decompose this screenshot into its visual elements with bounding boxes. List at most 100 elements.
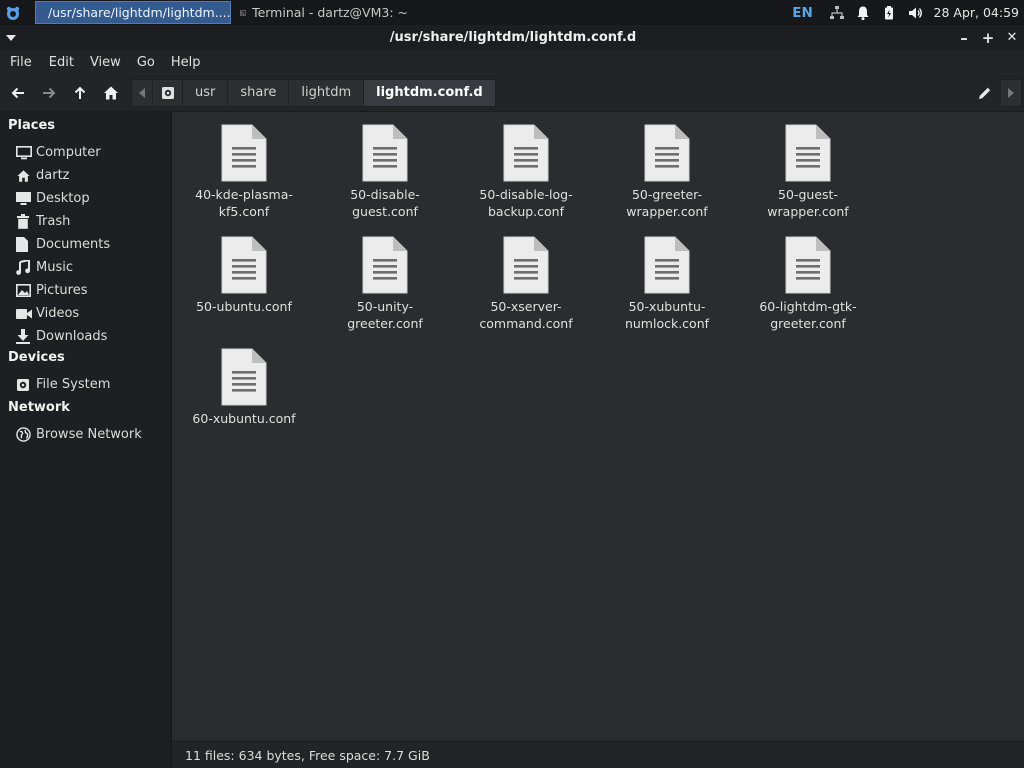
home-button[interactable] xyxy=(95,74,126,112)
file-item[interactable]: 50-ubuntu.conf xyxy=(174,236,314,315)
path-crumb-lightdm[interactable]: lightdm xyxy=(289,78,365,107)
sidebar-item-trash[interactable]: Trash xyxy=(0,210,171,233)
sidebar: Places Computer dartz Desktop Trash Docu… xyxy=(0,112,171,768)
text-file-icon xyxy=(503,236,549,294)
sidebar-item-home[interactable]: dartz xyxy=(0,164,171,187)
file-name: 50-xserver-command.conf xyxy=(479,299,573,331)
sidebar-item-label: Videos xyxy=(36,306,80,321)
edit-location-button[interactable] xyxy=(970,79,1000,107)
path-root-button[interactable] xyxy=(153,78,183,107)
path-crumb-current[interactable]: lightdm.conf.d xyxy=(364,78,496,107)
documents-icon xyxy=(16,237,36,253)
text-file-icon xyxy=(503,124,549,182)
sidebar-item-label: Desktop xyxy=(36,191,90,206)
sidebar-item-downloads[interactable]: Downloads xyxy=(0,325,171,348)
path-crumb-usr[interactable]: usr xyxy=(183,78,229,107)
file-name: 50-ubuntu.conf xyxy=(196,299,292,314)
file-name: 50-guest-wrapper.conf xyxy=(767,187,849,219)
sidebar-heading-places: Places xyxy=(8,118,56,133)
arrow-up-icon xyxy=(74,86,85,99)
path-scroll-right-button[interactable] xyxy=(1000,78,1022,107)
path-scroll-left-button[interactable] xyxy=(131,78,153,107)
maximize-button[interactable]: + xyxy=(976,25,1000,50)
sidebar-item-music[interactable]: Music xyxy=(0,256,171,279)
menu-file[interactable]: File xyxy=(2,55,40,70)
volume-icon[interactable] xyxy=(902,0,928,25)
pencil-icon xyxy=(979,87,991,99)
text-file-icon xyxy=(221,236,267,294)
chevron-down-icon xyxy=(6,34,16,41)
sidebar-item-file-system[interactable]: File System xyxy=(0,373,171,396)
window-menu-button[interactable] xyxy=(0,34,22,41)
file-item[interactable]: 50-greeter-wrapper.conf xyxy=(597,124,737,220)
sidebar-item-label: Music xyxy=(36,260,73,275)
home-icon xyxy=(103,86,118,99)
sidebar-item-videos[interactable]: Videos xyxy=(0,302,171,325)
file-name: 60-lightdm-gtk-greeter.conf xyxy=(759,299,857,331)
downloads-icon xyxy=(16,329,36,345)
xfce-menu-icon[interactable] xyxy=(0,0,26,25)
sidebar-item-computer[interactable]: Computer xyxy=(0,141,171,164)
drive-icon xyxy=(16,377,36,393)
sidebar-item-label: File System xyxy=(36,377,111,392)
file-icon-view[interactable]: 40-kde-plasma-kf5.conf 50-disable-guest.c… xyxy=(172,112,1024,741)
videos-icon xyxy=(16,306,36,322)
pictures-icon xyxy=(16,283,36,299)
taskbar-item-terminal[interactable]: Terminal - dartz@VM3: ~ xyxy=(234,1,414,24)
trash-icon xyxy=(16,214,36,230)
text-file-icon xyxy=(221,124,267,182)
toolbar: usr share lightdm lightdm.conf.d xyxy=(0,74,1024,112)
file-name: 50-disable-guest.conf xyxy=(350,187,420,219)
battery-power-icon[interactable] xyxy=(876,0,902,25)
sidebar-item-browse-network[interactable]: Browse Network xyxy=(0,423,171,446)
sidebar-item-desktop[interactable]: Desktop xyxy=(0,187,171,210)
close-button[interactable]: ✕ xyxy=(1000,25,1024,50)
chevron-left-icon xyxy=(139,87,145,98)
file-item[interactable]: 40-kde-plasma-kf5.conf xyxy=(174,124,314,220)
forward-button[interactable] xyxy=(33,74,64,112)
text-file-icon xyxy=(362,124,408,182)
minimize-button[interactable]: – xyxy=(952,25,976,50)
file-item[interactable]: 50-disable-guest.conf xyxy=(315,124,455,220)
text-file-icon xyxy=(785,236,831,294)
sidebar-item-label: Documents xyxy=(36,237,111,252)
panel-clock[interactable]: 28 Apr, 04:59 xyxy=(928,5,1024,20)
file-item[interactable]: 50-guest-wrapper.conf xyxy=(738,124,878,220)
file-item[interactable]: 50-xubuntu-numlock.conf xyxy=(597,236,737,332)
text-file-icon xyxy=(221,348,267,406)
network-status-icon[interactable] xyxy=(824,0,850,25)
arrow-right-icon xyxy=(42,87,55,98)
text-file-icon xyxy=(785,124,831,182)
window-titlebar[interactable]: /usr/share/lightdm/lightdm.conf.d – + ✕ xyxy=(0,25,1024,50)
top-panel: /usr/share/lightdm/lightdm.... Terminal … xyxy=(0,0,1024,25)
file-item[interactable]: 50-xserver-command.conf xyxy=(456,236,596,332)
path-bar: usr share lightdm lightdm.conf.d xyxy=(131,78,496,107)
sidebar-item-label: Pictures xyxy=(36,283,88,298)
notifications-bell-icon[interactable] xyxy=(850,0,876,25)
parent-folder-button[interactable] xyxy=(64,74,95,112)
menu-view[interactable]: View xyxy=(82,55,129,70)
path-crumb-share[interactable]: share xyxy=(228,78,290,107)
file-item[interactable]: 50-disable-log-backup.conf xyxy=(456,124,596,220)
menu-edit[interactable]: Edit xyxy=(40,55,82,70)
text-file-icon xyxy=(644,124,690,182)
file-item[interactable]: 50-unity-greeter.conf xyxy=(315,236,455,332)
music-icon xyxy=(16,260,36,276)
system-tray: EN 28 Apr, 04:59 xyxy=(790,0,1024,25)
back-button[interactable] xyxy=(2,74,33,112)
status-text: 11 files: 634 bytes, Free space: 7.7 GiB xyxy=(185,747,430,763)
taskbar-item-label: Terminal - dartz@VM3: ~ xyxy=(252,5,408,20)
home-icon xyxy=(16,168,36,184)
sidebar-item-documents[interactable]: Documents xyxy=(0,233,171,256)
text-file-icon xyxy=(644,236,690,294)
sidebar-item-pictures[interactable]: Pictures xyxy=(0,279,171,302)
menu-go[interactable]: Go xyxy=(129,55,163,70)
keyboard-layout-indicator[interactable]: EN xyxy=(790,5,816,21)
menu-help[interactable]: Help xyxy=(163,55,209,70)
status-bar: 11 files: 634 bytes, Free space: 7.7 GiB xyxy=(172,741,1024,768)
file-item[interactable]: 60-xubuntu.conf xyxy=(174,348,314,427)
taskbar-item-file-manager[interactable]: /usr/share/lightdm/lightdm.... xyxy=(35,1,231,24)
file-item[interactable]: 60-lightdm-gtk-greeter.conf xyxy=(738,236,878,332)
sidebar-heading-devices: Devices xyxy=(8,350,65,365)
sidebar-heading-network: Network xyxy=(8,400,70,415)
